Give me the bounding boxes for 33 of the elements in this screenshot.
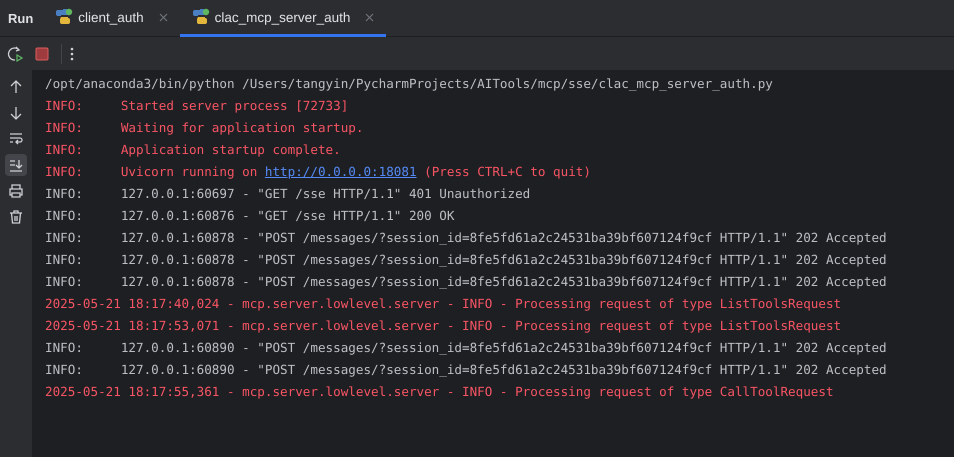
printer-icon bbox=[9, 184, 23, 198]
run-tab[interactable]: clac_mcp_server_auth bbox=[180, 0, 386, 37]
console-line: INFO: 127.0.0.1:60878 - "POST /messages/?session_id=8fe5fd61a2c24531ba39bf607124f9cf HTTP/1.1" 202 Accepted bbox=[45, 273, 888, 291]
console-line: INFO: Waiting for application startup. bbox=[45, 119, 364, 137]
toggle-button[interactable] bbox=[5, 154, 27, 176]
console-line: INFO: Uvicorn running on http://0.0.0.0:18081 (Press CTRL+C to quit) bbox=[45, 163, 592, 181]
more-icon[interactable] bbox=[70, 46, 74, 60]
close-icon[interactable] bbox=[158, 12, 168, 22]
console-line: /opt/anaconda3/bin/python /Users/tangyin/PycharmProjects/AITools/mcp/sse/clac_mcp_server_auth.py bbox=[45, 75, 774, 93]
soft-wrap-icon bbox=[9, 132, 23, 146]
console-line: INFO: Application startup complete. bbox=[45, 141, 342, 159]
python-file-icon bbox=[55, 8, 74, 26]
console-line: 2025-05-21 18:17:55,361 - mcp.server.lowlevel.server - INFO - Processing request of type CallToolRequest bbox=[45, 383, 835, 401]
console-line: INFO: Started server process [72733] bbox=[45, 97, 350, 115]
console-line: INFO: 127.0.0.1:60890 - "POST /messages/?session_id=8fe5fd61a2c24531ba39bf607124f9cf HTTP/1.1" 202 Accepted bbox=[45, 339, 888, 357]
console-line: 2025-05-21 18:17:40,024 - mcp.server.lowlevel.server - INFO - Processing request of type ListToolsRequest bbox=[45, 295, 842, 313]
trash-icon bbox=[9, 210, 23, 224]
scroll-to-end-icon bbox=[9, 158, 23, 172]
rerun-icon[interactable] bbox=[7, 46, 23, 62]
console-line: INFO: 127.0.0.1:60697 - "GET /sse HTTP/1.1" 401 Unauthorized bbox=[45, 185, 532, 203]
run-tab[interactable]: client_auth bbox=[43, 0, 180, 37]
console-line: INFO: 127.0.0.1:60878 - "POST /messages/?session_id=8fe5fd61a2c24531ba39bf607124f9cf HTTP/1.1" 202 Accepted bbox=[45, 229, 888, 247]
panel-title: Run bbox=[7, 10, 34, 26]
console-line: INFO: 127.0.0.1:60876 - "GET /sse HTTP/1.1" 200 OK bbox=[45, 207, 456, 225]
down-arrow-icon bbox=[9, 106, 23, 120]
close-icon[interactable] bbox=[365, 12, 374, 22]
up-arrow-icon bbox=[9, 80, 23, 94]
console-line: INFO: 127.0.0.1:60878 - "POST /messages/?session_id=8fe5fd61a2c24531ba39bf607124f9cf HTTP/1.1" 202 Accepted bbox=[45, 251, 888, 269]
console-line: INFO: 127.0.0.1:60890 - "POST /messages/?session_id=8fe5fd61a2c24531ba39bf607124f9cf HTTP/1.1" 202 Accepted bbox=[45, 361, 888, 379]
stop-icon[interactable] bbox=[35, 46, 49, 60]
url-link[interactable]: http://0.0.0.0:18081 bbox=[264, 164, 417, 179]
python-file-icon bbox=[192, 8, 210, 26]
console-line: 2025-05-21 18:17:53,071 - mcp.server.lowlevel.server - INFO - Processing request of type ListToolsRequest bbox=[45, 317, 842, 335]
